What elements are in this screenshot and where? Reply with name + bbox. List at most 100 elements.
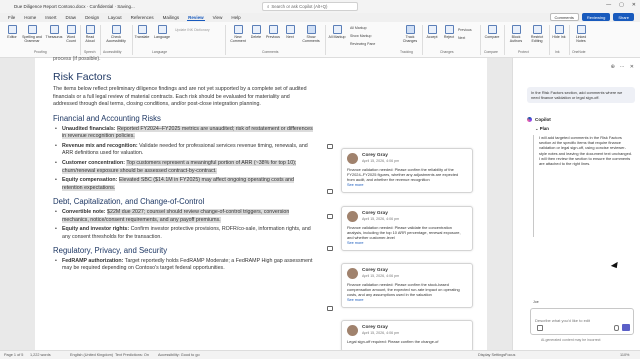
tab-references[interactable]: References (130, 15, 155, 20)
text-predictions[interactable]: Text Predictions: On (115, 353, 149, 357)
next-comment-icon (285, 25, 295, 34)
comment-header: Corey Gray April 15, 2026, 4:06 pm (347, 211, 467, 222)
comment-card[interactable]: Corey Gray April 15, 2026, 4:06 pm Financ… (341, 206, 473, 252)
accept-button[interactable]: Accept (424, 25, 440, 39)
linked-notes-button[interactable]: Linked Notes (571, 25, 591, 43)
regulatory-risk-list: FedRAMP authorization: Target reportedly… (53, 258, 315, 273)
hide-ink-button[interactable]: Hide Ink (551, 25, 567, 39)
copilot-label: Copilot (527, 117, 551, 122)
comment-date: April 15, 2026, 4:06 pm (362, 216, 400, 221)
thesaurus-button[interactable]: Thesaurus (44, 25, 64, 39)
document-canvas: process (if possible). Risk Factors The … (0, 56, 512, 352)
read-aloud-button[interactable]: Read Aloud (82, 25, 98, 43)
accessibility-status[interactable]: Accessibility: Good to go (158, 353, 200, 357)
tab-insert[interactable]: Insert (44, 15, 57, 20)
reviewing-pane-dropdown[interactable]: Reviewing Pane (350, 42, 375, 46)
copilot-input[interactable] (530, 308, 634, 335)
comment-date: April 15, 2026, 4:06 pm (362, 330, 400, 335)
track-changes-button[interactable]: Track Changes (400, 25, 420, 43)
comment-marker-icon[interactable] (327, 306, 333, 311)
compare-button[interactable]: Compare (482, 25, 502, 39)
previous-comment-button[interactable]: Previous (264, 25, 282, 39)
next-comment-button[interactable]: Next (283, 25, 297, 39)
status-bar: Page 1 of 5 1,222 words English (United … (0, 350, 640, 359)
plan-header[interactable]: ⌄ Plan (535, 126, 549, 132)
maximize-icon[interactable]: ▢ (619, 2, 624, 8)
tab-design[interactable]: Design (84, 15, 100, 20)
filter-markup-button[interactable]: All Markup (327, 25, 347, 39)
comments-button[interactable]: Comments (549, 13, 579, 21)
close-icon[interactable]: ✕ (632, 2, 636, 8)
language-button[interactable]: Language (152, 25, 172, 39)
copilot-logo-icon (527, 117, 532, 122)
accessibility-icon (111, 25, 121, 34)
minimize-icon[interactable]: — (606, 2, 611, 8)
heading-regulatory: Regulatory, Privacy, and Security (53, 246, 168, 256)
update-ink-dictionary[interactable]: Update INK Dictionary (175, 28, 210, 32)
spelling-icon (27, 25, 37, 34)
show-markup-dropdown[interactable]: Show Markup (350, 34, 371, 38)
previous-change-button[interactable]: Previous (458, 28, 472, 32)
group-separator (80, 25, 81, 55)
show-comments-button[interactable]: Show Comments (300, 25, 322, 43)
tab-mailings[interactable]: Mailings (162, 15, 181, 20)
see-more-link[interactable]: See more (347, 183, 467, 188)
language-indicator[interactable]: English (United Kingdom) (70, 353, 113, 357)
show-comments-icon (306, 25, 316, 34)
tab-file[interactable]: File (7, 15, 16, 20)
comment-marker-icon[interactable] (327, 214, 333, 219)
new-chat-icon[interactable]: ⊕ (611, 64, 615, 70)
filter-icon (332, 25, 342, 34)
comment-marker-icon[interactable] (327, 189, 333, 194)
word-count[interactable]: 1,222 words (30, 353, 51, 357)
editor-button[interactable]: Editor (4, 25, 20, 39)
editor-icon (7, 25, 17, 34)
check-accessibility-button[interactable]: Check Accessibility (101, 25, 131, 43)
display-settings[interactable]: Display Settings (478, 353, 505, 357)
group-label-tracking: Tracking (400, 50, 413, 54)
markup-select[interactable]: All Markup (350, 26, 367, 30)
comment-date: April 15, 2026, 4:06 pm (362, 273, 400, 278)
see-more-link[interactable]: See more (347, 298, 467, 303)
block-authors-button[interactable]: Block Authors (506, 25, 526, 43)
restrict-editing-button[interactable]: Restrict Editing (527, 25, 547, 43)
new-comment-button[interactable]: New Comment (228, 25, 248, 43)
editing-mode-button[interactable]: Reviewing (581, 13, 611, 21)
user-prompt-bubble: In the Risk Factors section, add comment… (527, 87, 635, 103)
focus-mode[interactable]: Focus (505, 353, 515, 357)
reject-button[interactable]: Reject (441, 25, 457, 39)
see-more-link[interactable]: See more (347, 241, 467, 246)
send-button[interactable] (622, 324, 630, 331)
tab-layout[interactable]: Layout (107, 15, 123, 20)
attach-icon[interactable] (537, 325, 543, 331)
search-box[interactable]: ⌕ Search or ask Copilot (Alt+Q) (262, 2, 358, 11)
close-pane-icon[interactable]: ✕ (630, 64, 634, 70)
page-indicator[interactable]: Page 1 of 5 (4, 353, 23, 357)
copilot-input-field[interactable] (535, 318, 631, 323)
tab-review[interactable]: Review (187, 15, 205, 21)
delete-comment-button[interactable]: Delete (249, 25, 263, 39)
share-button[interactable]: Share (613, 13, 634, 21)
more-options-icon[interactable]: ⋯ (620, 64, 625, 70)
zoom-level[interactable]: 110% (620, 353, 629, 357)
word-count-button[interactable]: Word Count (63, 25, 79, 43)
list-item: Convertible note: $22M due 2027; counsel… (53, 208, 315, 224)
tab-help[interactable]: Help (230, 15, 241, 20)
comment-marker-icon[interactable] (327, 246, 333, 251)
document-page[interactable]: process (if possible). Risk Factors The … (35, 56, 487, 352)
comment-card[interactable]: Corey Gray April 15, 2026, 4:06 pm Legal … (341, 320, 473, 352)
comment-marker-icon[interactable] (327, 144, 333, 149)
reject-icon (444, 25, 454, 34)
document-body[interactable]: process (if possible). Risk Factors The … (53, 56, 315, 275)
tab-draw[interactable]: Draw (65, 15, 78, 20)
microphone-icon[interactable] (614, 325, 619, 331)
tab-view[interactable]: View (212, 15, 224, 20)
new-comment-icon (233, 25, 243, 34)
comment-card[interactable]: Corey Gray April 15, 2026, 4:06 pm Financ… (341, 263, 473, 309)
translate-button[interactable]: Translate (133, 25, 151, 39)
next-change-button[interactable]: Next (458, 36, 465, 40)
group-separator (569, 25, 570, 55)
comment-card[interactable]: Corey Gray April 15, 2026, 4:06 pm Financ… (341, 148, 473, 194)
spelling-button[interactable]: Spelling and Grammar (22, 25, 42, 43)
tab-home[interactable]: Home (23, 15, 37, 20)
